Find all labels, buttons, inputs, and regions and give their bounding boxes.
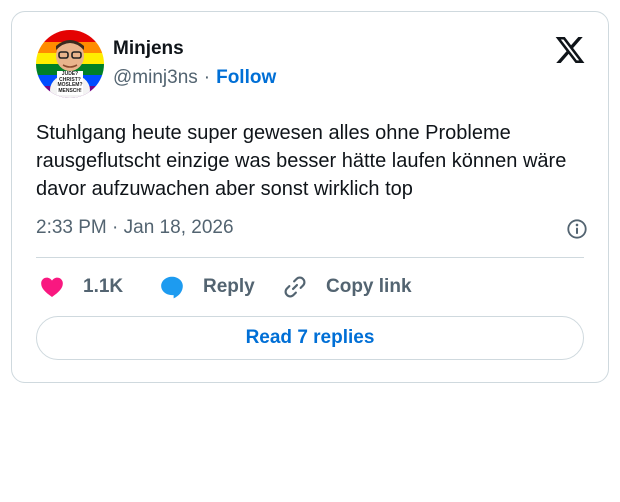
- like-button[interactable]: 1.1K: [39, 274, 123, 300]
- tweet-header: JUDE? CHRIST? MOSLEM? MENSCH! Minjens @m…: [36, 30, 588, 100]
- author-name[interactable]: Minjens: [113, 38, 184, 60]
- shirt-line-4: MENSCH!: [58, 87, 82, 94]
- heart-icon: [41, 277, 63, 297]
- info-icon[interactable]: [566, 218, 588, 240]
- like-count: 1.1K: [83, 276, 124, 297]
- avatar-shirt-text: JUDE? CHRIST? MOSLEM? MENSCH!: [57, 71, 83, 94]
- tweet-text: Stuhlgang heute super gewesen alles ohne…: [36, 122, 567, 200]
- copy-link-label: Copy link: [326, 276, 412, 297]
- read-replies-label: Read 7 replies: [245, 327, 375, 348]
- tweet-card: JUDE? CHRIST? MOSLEM? MENSCH! Minjens @m…: [11, 11, 609, 383]
- action-bar: 1.1K Reply Copy link: [36, 274, 584, 300]
- avatar[interactable]: JUDE? CHRIST? MOSLEM? MENSCH!: [36, 30, 104, 98]
- reply-bubble-icon: [161, 276, 183, 299]
- tweet-timestamp[interactable]: 2:33 PM · Jan 18, 2026: [36, 217, 234, 239]
- reply-label: Reply: [203, 276, 255, 297]
- follow-link[interactable]: Follow: [216, 67, 276, 88]
- separator-dot: ·: [203, 67, 211, 88]
- read-replies-button[interactable]: Read 7 replies: [36, 316, 584, 360]
- reply-button[interactable]: Reply: [159, 274, 255, 300]
- divider: [36, 257, 584, 258]
- link-icon: [284, 276, 306, 298]
- author-handle[interactable]: @minj3ns: [113, 67, 198, 88]
- copy-link-button[interactable]: Copy link: [282, 274, 412, 300]
- author-handle-row: @minj3ns · Follow: [113, 67, 276, 89]
- x-logo-icon[interactable]: [554, 34, 586, 66]
